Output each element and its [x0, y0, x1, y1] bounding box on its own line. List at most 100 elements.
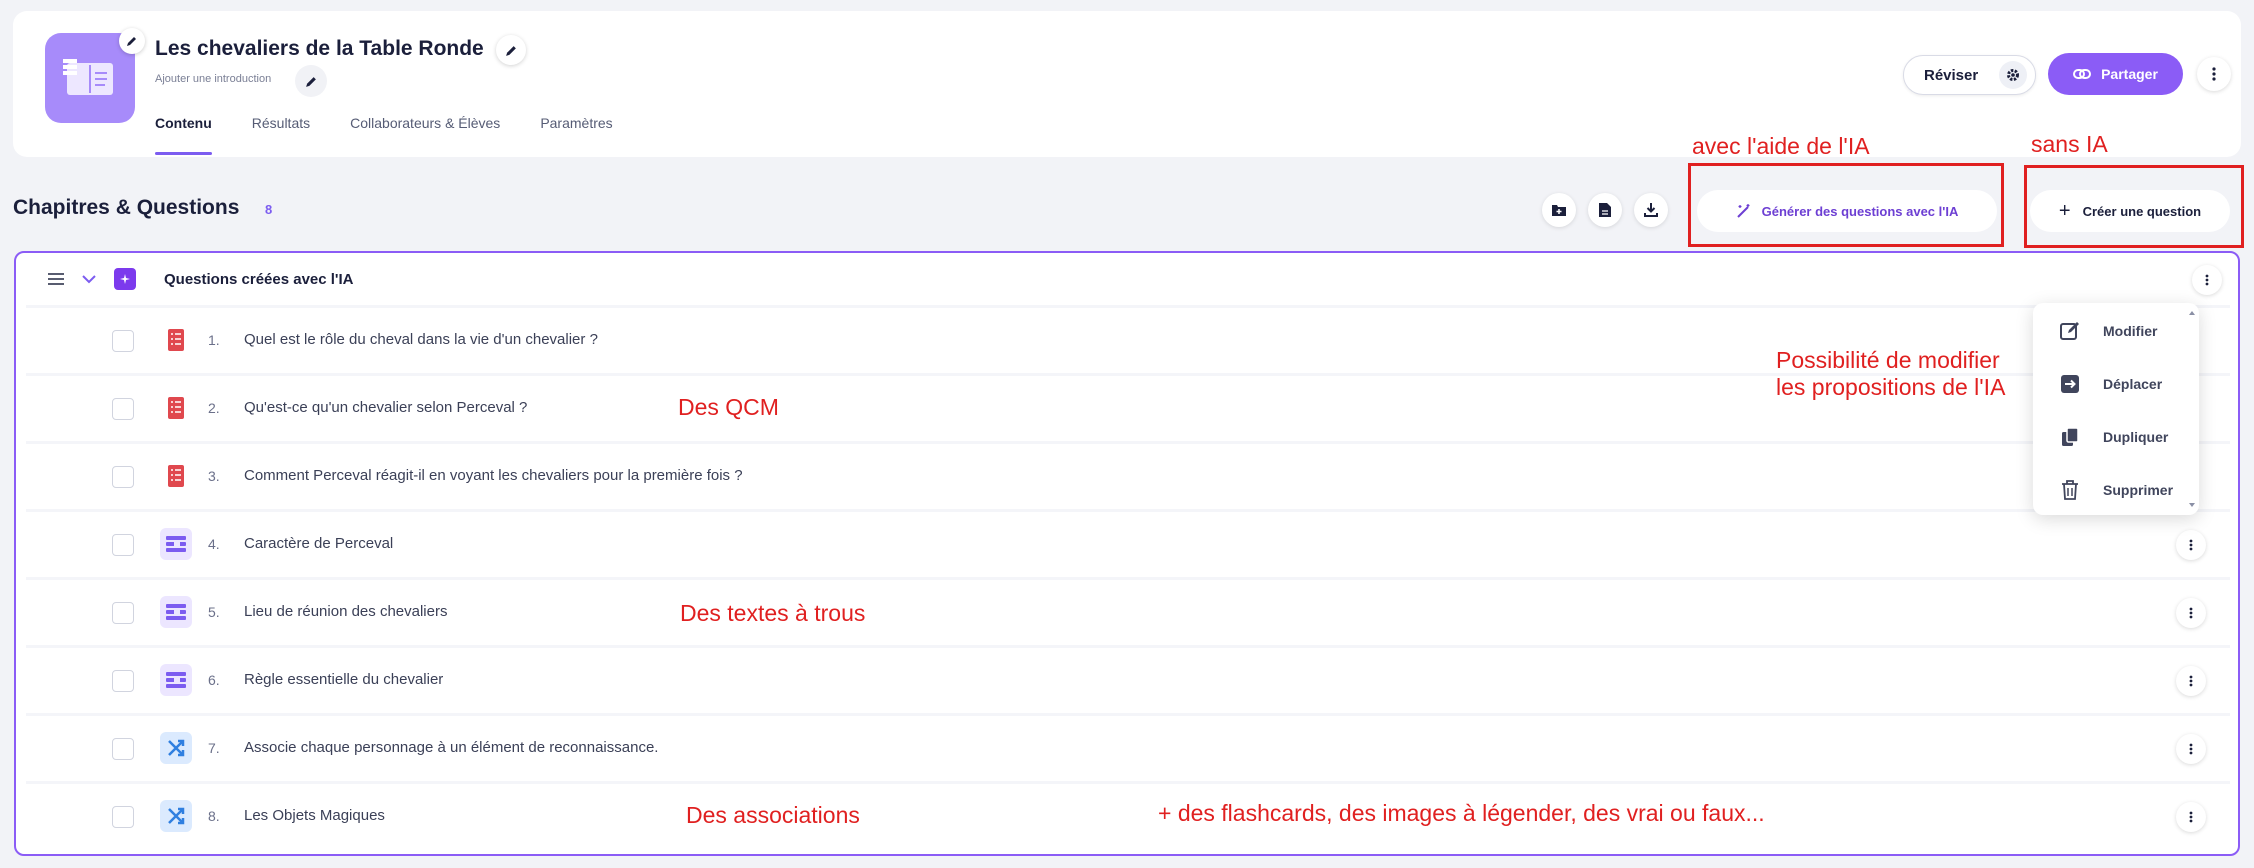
chapter-title: Questions créées avec l'IA: [164, 271, 354, 288]
question-text[interactable]: Quel est le rôle du cheval dans la vie d…: [244, 331, 598, 348]
import-file-button[interactable]: [1588, 193, 1622, 227]
question-checkbox[interactable]: [112, 806, 134, 828]
question-row[interactable]: 4. Caractère de Perceval: [26, 509, 2230, 575]
question-more-button[interactable]: [2176, 530, 2206, 560]
course-tabs: Contenu Résultats Collaborateurs & Élève…: [155, 115, 653, 155]
menu-item-supprimer[interactable]: Supprimer: [2059, 475, 2173, 505]
question-number: 3.: [208, 468, 220, 484]
question-context-menu: Modifier Déplacer Dupliquer Supprimer: [2033, 303, 2199, 515]
question-text[interactable]: Associe chaque personnage à un élément d…: [244, 739, 658, 756]
question-row[interactable]: 5. Lieu de réunion des chevaliers: [26, 577, 2230, 643]
annotation-with-ai: avec l'aide de l'IA: [1692, 133, 1870, 159]
book-icon: [63, 59, 113, 95]
annotation-blanks: Des textes à trous: [680, 600, 866, 626]
menu-item-label: Supprimer: [2103, 482, 2174, 498]
annotation-without-ai: sans IA: [2031, 131, 2108, 157]
question-checkbox[interactable]: [112, 398, 134, 420]
question-checkbox[interactable]: [112, 602, 134, 624]
question-more-button[interactable]: [2176, 666, 2206, 696]
question-checkbox[interactable]: [112, 738, 134, 760]
drag-handle-icon[interactable]: [48, 273, 64, 285]
link-icon: [2073, 69, 2092, 79]
review-button[interactable]: Réviser: [1903, 55, 2036, 95]
question-number: 8.: [208, 808, 220, 824]
question-text[interactable]: Qu'est-ce qu'un chevalier selon Perceval…: [244, 399, 527, 416]
gear-icon[interactable]: [1999, 61, 2027, 89]
association-icon: [160, 732, 192, 764]
question-text[interactable]: Comment Perceval réagit-il en voyant les…: [244, 467, 743, 484]
question-checkbox[interactable]: [112, 466, 134, 488]
question-text[interactable]: Règle essentielle du chevalier: [244, 671, 443, 688]
trash-icon: [2062, 480, 2078, 500]
download-icon: [1644, 203, 1658, 217]
fill-blanks-icon: [160, 528, 192, 560]
more-vertical-icon: [2189, 607, 2193, 619]
move-icon: [2061, 375, 2079, 393]
more-vertical-icon: [2189, 811, 2193, 823]
tab-parametres[interactable]: Paramètres: [540, 115, 612, 155]
highlight-box-ai: [1688, 163, 2004, 247]
more-vertical-icon: [2212, 67, 2216, 81]
chapter-block: Questions créées avec l'IA 1. Quel est l…: [14, 251, 2240, 856]
question-text[interactable]: Lieu de réunion des chevaliers: [244, 603, 447, 620]
qcm-icon: [160, 324, 192, 356]
thumbnail-edit-button[interactable]: [119, 28, 145, 54]
course-header: Les chevaliers de la Table Ronde Ajouter…: [13, 11, 2241, 157]
menu-item-label: Modifier: [2103, 323, 2158, 339]
annotation-qcm: Des QCM: [678, 394, 779, 420]
menu-item-deplacer[interactable]: Déplacer: [2059, 369, 2162, 399]
question-row[interactable]: 6. Règle essentielle du chevalier: [26, 645, 2230, 711]
question-number: 2.: [208, 400, 220, 416]
intro-placeholder[interactable]: Ajouter une introduction: [155, 73, 271, 85]
question-checkbox[interactable]: [112, 534, 134, 556]
more-vertical-icon: [2189, 539, 2193, 551]
more-options-button[interactable]: [2197, 57, 2231, 91]
pencil-icon: [505, 45, 516, 56]
question-number: 7.: [208, 740, 220, 756]
question-more-button[interactable]: [2176, 802, 2206, 832]
question-count-badge: 8: [265, 202, 273, 217]
menu-scrollbar[interactable]: [2189, 309, 2195, 509]
menu-item-modifier[interactable]: Modifier: [2059, 316, 2157, 346]
menu-item-label: Déplacer: [2103, 376, 2163, 392]
qcm-icon: [160, 392, 192, 424]
question-more-button[interactable]: [2176, 734, 2206, 764]
annotation-modify-line2: les propositions de l'IA: [1776, 374, 2006, 400]
share-label: Partager: [2101, 66, 2158, 82]
question-number: 6.: [208, 672, 220, 688]
question-more-button[interactable]: [2176, 598, 2206, 628]
question-text[interactable]: Les Objets Magiques: [244, 807, 385, 824]
question-row[interactable]: 3. Comment Perceval réagit-il en voyant …: [26, 441, 2230, 507]
fill-blanks-icon: [160, 596, 192, 628]
question-checkbox[interactable]: [112, 330, 134, 352]
annotation-more-types: + des flashcards, des images à légender,…: [1158, 800, 1765, 826]
more-vertical-icon: [2189, 743, 2193, 755]
annotation-associations: Des associations: [686, 802, 860, 828]
menu-item-dupliquer[interactable]: Dupliquer: [2059, 422, 2168, 452]
add-chapter-button[interactable]: [1542, 193, 1576, 227]
title-edit-button[interactable]: [496, 35, 526, 65]
question-text[interactable]: Caractère de Perceval: [244, 535, 393, 552]
more-vertical-icon: [2189, 675, 2193, 687]
chapter-more-button[interactable]: [2192, 265, 2222, 295]
section-title: Chapitres & Questions: [13, 196, 240, 219]
annotation-modify-line1: Possibilité de modifier: [1776, 347, 2000, 373]
tab-resultats[interactable]: Résultats: [252, 115, 310, 155]
chevron-down-icon[interactable]: [82, 275, 96, 284]
highlight-box-manual: [2024, 165, 2244, 248]
intro-edit-button[interactable]: [295, 65, 327, 97]
association-icon: [160, 800, 192, 832]
tab-collaborateurs[interactable]: Collaborateurs & Élèves: [350, 115, 500, 155]
download-button[interactable]: [1634, 193, 1668, 227]
question-row[interactable]: 8. Les Objets Magiques: [26, 781, 2230, 847]
share-button[interactable]: Partager: [2048, 53, 2183, 95]
copy-icon: [2062, 427, 2079, 446]
folder-plus-icon: [1552, 205, 1566, 216]
question-checkbox[interactable]: [112, 670, 134, 692]
edit-icon: [2060, 322, 2079, 340]
question-row[interactable]: 7. Associe chaque personnage à un élémen…: [26, 713, 2230, 779]
question-number: 4.: [208, 536, 220, 552]
tab-contenu[interactable]: Contenu: [155, 115, 212, 155]
menu-item-label: Dupliquer: [2103, 429, 2169, 445]
pencil-icon: [305, 76, 316, 87]
